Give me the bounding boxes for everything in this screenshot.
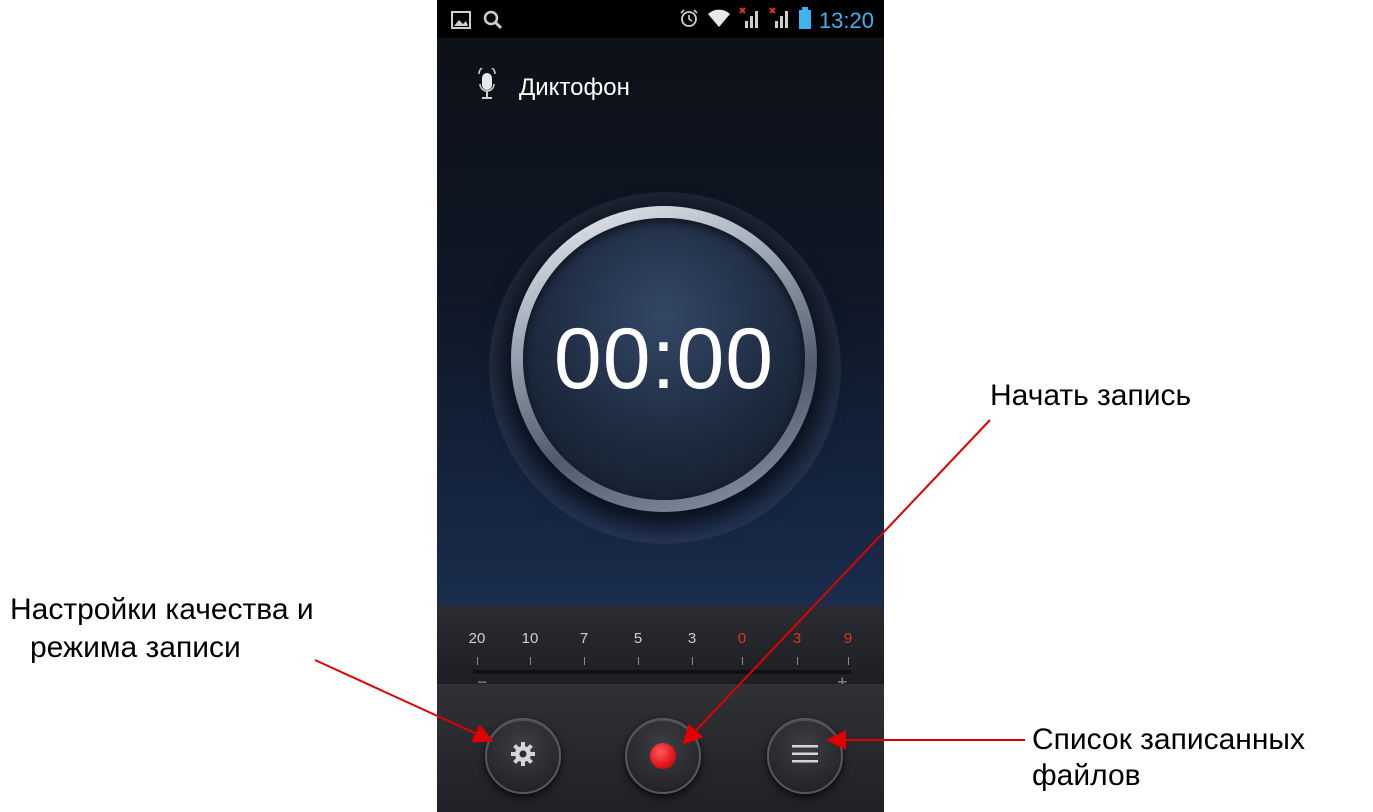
annotation-settings-line1: Настройки качества и	[10, 593, 314, 626]
annotation-start-record: Начать запись	[990, 379, 1192, 412]
arrow-settings	[314, 659, 494, 743]
annotation-list-line2: файлов	[1032, 759, 1141, 792]
annotation-settings-line2: режима записи	[30, 631, 241, 664]
annotation-list-line1: Список записанных	[1032, 723, 1305, 756]
arrow-record	[682, 419, 991, 745]
